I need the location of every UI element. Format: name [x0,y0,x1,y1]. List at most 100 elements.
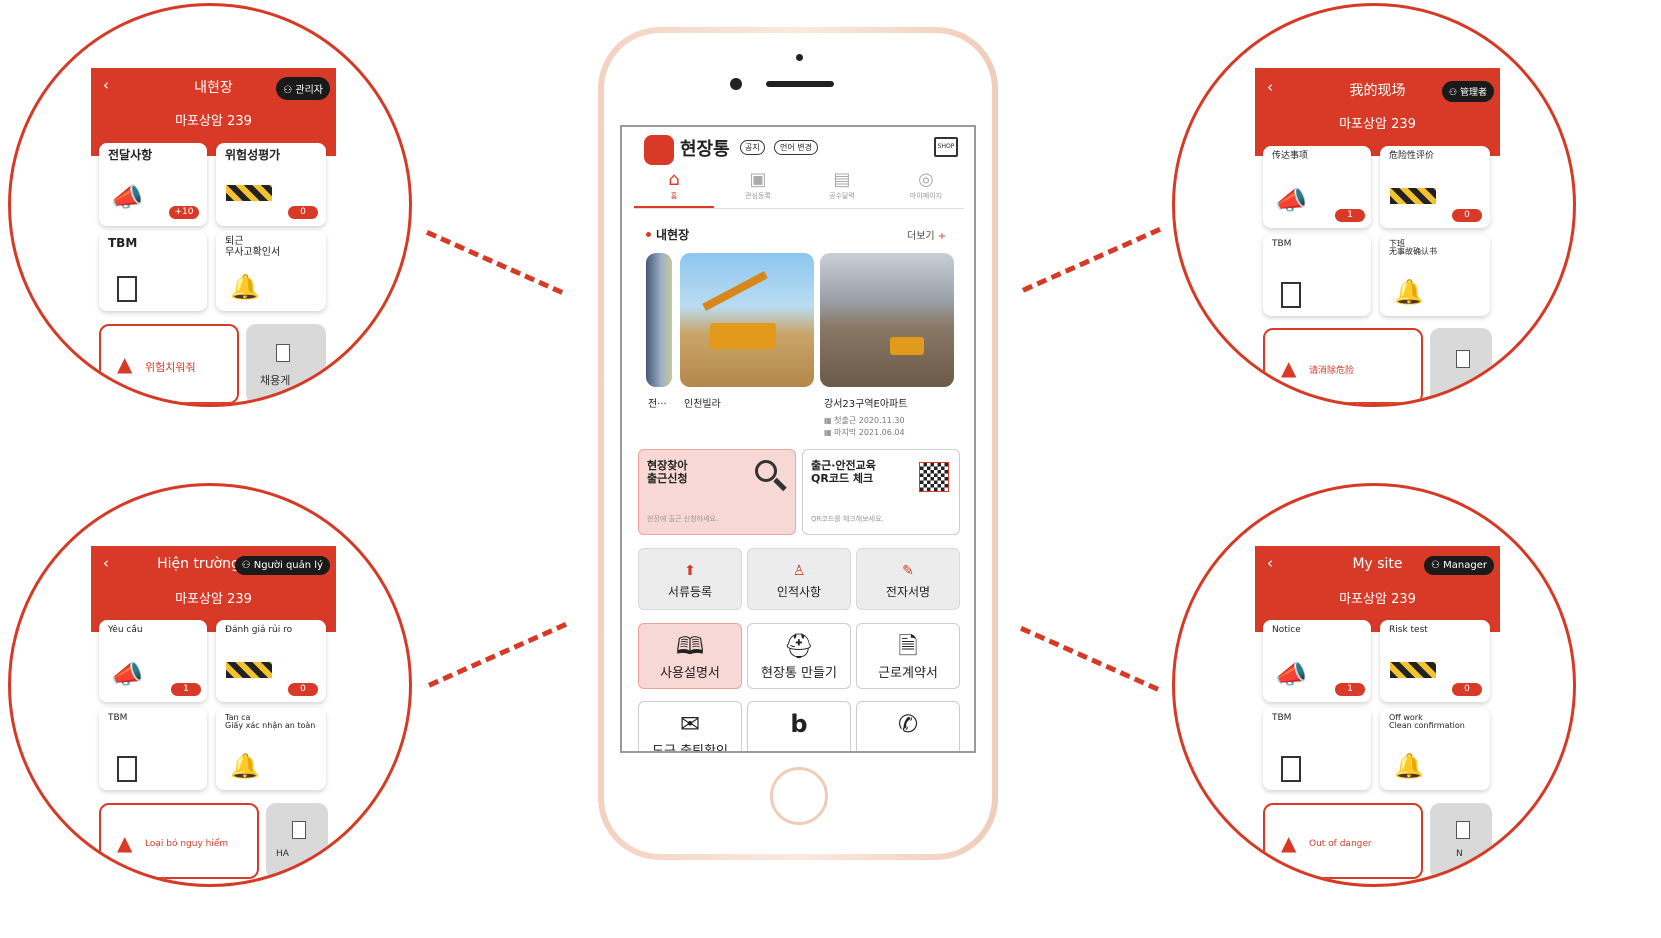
recruit-button[interactable]: HA [266,803,328,879]
button-label: 현장통 만들기 [761,666,837,681]
card-label: 下班 无事故确认书 [1389,239,1437,257]
shop-icon[interactable]: SHOP [934,137,958,157]
barrier-icon [1390,662,1436,678]
offwork-card[interactable]: 下班 无事故确认书 🔔 [1380,234,1490,316]
offwork-card[interactable]: Tan ca Giấy xác nhận an toàn 🔔 [216,708,326,790]
card-label: 危险性评价 [1389,151,1435,161]
notice-card[interactable]: Notice 📣 1 [1263,620,1371,702]
tbm-card[interactable]: TBM [1263,708,1371,790]
offwork-card[interactable]: Off work Clean confirmation 🔔 [1380,708,1490,790]
qr-check-title: 출근·안전교육 QR코드 체크 [811,459,876,485]
clipboard-icon [1281,282,1301,308]
count-badge: 1 [1335,683,1365,696]
first-day-row: ▦ 첫출근 2020.11.30 [824,416,905,425]
danger-label: 请消除危险 [1309,366,1355,376]
tab-label: 관심등록 [745,192,771,200]
risk-card[interactable]: 위험성평가 0 [216,143,326,226]
card-label: 위험성평가 [225,148,281,162]
recruit-button[interactable]: N [1430,803,1492,879]
button-label: 인적사항 [776,585,822,599]
button-label: 도근 출퇴확인 [652,744,728,753]
count-badge: 0 [288,683,318,696]
card-label: Off work Clean confirmation [1389,713,1465,731]
tbm-card[interactable]: TBM [1263,234,1371,316]
card-label: TBM [1272,239,1292,249]
manual-button[interactable]: 🕮 사용설명서 [638,623,742,689]
document-icon [292,821,306,839]
risk-card[interactable]: 危险性评价 0 [1380,146,1490,228]
megaphone-icon: 📣 [1275,660,1308,690]
bell-icon: 🔔 [230,273,260,301]
site-name: 인천빌라 [684,399,721,410]
card-label: 전달사항 [108,148,153,162]
notice-card[interactable]: 전달사항 📣 +10 [99,143,207,226]
plus-icon: + [937,231,947,242]
button-label: 서류등록 [667,585,713,599]
first-day-date: 2020.11.30 [858,416,905,425]
tab-calendar[interactable]: ▤ 공수달력 [800,169,884,201]
tab-mypage[interactable]: ◎ 마이페이지 [884,169,968,201]
warning-icon: ▲ [117,352,133,376]
tab-label: 홈 [670,192,678,200]
language-chip[interactable]: 언어 변경 [774,140,818,155]
danger-button[interactable]: ▲ 请消除危险 [1263,328,1423,404]
site-photo-incheon[interactable] [680,253,814,387]
recruit-button[interactable] [1430,328,1492,404]
shop-label: SHOP [937,143,955,150]
risk-card[interactable]: Đánh giá rủi ro 0 [216,620,326,702]
admin-button[interactable]: ⚇ Người quản lý [234,556,330,575]
connector-line [425,230,564,295]
call-button[interactable]: ✆ [856,701,960,751]
danger-button[interactable]: ▲ Loại bỏ nguy hiểm [99,803,259,879]
blog-button[interactable]: b [747,701,851,751]
e-signature-button[interactable]: ✎ 전자서명 [856,548,960,610]
section-title: 내현장 [656,228,690,242]
danger-label: 위험치워줘 [145,361,196,374]
offwork-card[interactable]: 퇴근 무사고확인서 🔔 [216,231,326,311]
contract-icon: 🗎 [898,632,918,660]
find-site-title: 현장찾아 출근신청 [647,459,688,485]
qr-check-button[interactable]: 출근·안전교육 QR코드 체크 QR코드를 체크해보세요. [802,449,960,535]
notice-card[interactable]: Yêu cầu 📣 1 [99,620,207,702]
preview-site-name: 마포상암 239 [1339,117,1416,132]
danger-label: Loại bỏ nguy hiểm [145,839,229,849]
tab-interests[interactable]: ▣ 관심등록 [716,169,800,201]
card-label: TBM [108,713,128,723]
document-register-button[interactable]: ⬆ 서류등록 [638,548,742,610]
admin-label: Người quản lý [253,560,323,571]
create-site-button[interactable]: ⛑ 현장통 만들기 [747,623,851,689]
admin-button[interactable]: ⚇ 管理者 [1442,81,1494,102]
more-link[interactable]: 더보기 + [907,227,946,242]
tab-divider [634,208,964,209]
tbm-card[interactable]: TBM [99,231,207,311]
site-photo-partial[interactable] [646,253,672,387]
bell-icon: 🔔 [1394,278,1424,306]
tab-home[interactable]: ⌂ 홈 [632,169,716,201]
danger-button[interactable]: ▲ 위험치워줘 [99,324,239,404]
home-button[interactable] [770,767,828,825]
admin-button[interactable]: ⚇ Manager [1424,556,1494,575]
excavator-arm [702,271,768,311]
mail-button[interactable]: ✉ 도근 출퇴확인 [638,701,742,753]
site-photo-gangseo[interactable] [820,253,954,387]
admin-button[interactable]: ⚇ 관리자 [276,77,330,100]
labor-contract-button[interactable]: 🗎 근로계약서 [856,623,960,689]
card-label: Notice [1272,625,1301,635]
danger-button[interactable]: ▲ Out of danger [1263,803,1423,879]
card-label: Yêu cầu [108,625,143,635]
clipboard-icon [117,756,137,782]
risk-card[interactable]: Risk test 0 [1380,620,1490,702]
preview-site-name: 마포상암 239 [175,592,252,607]
tbm-card[interactable]: TBM [99,708,207,790]
notice-card[interactable]: 传达事项 📣 1 [1263,146,1371,228]
last-day-label: 마지막 [834,428,857,437]
find-site-button[interactable]: 현장찾아 출근신청 현장에 출근 신청하세요. [638,449,796,535]
tab-label: 마이페이지 [909,192,943,200]
personal-info-button[interactable]: ♙ 인적사항 [747,548,851,610]
recruit-label: 채용게 [260,374,291,387]
card-label: Risk test [1389,625,1428,635]
app-screen: 현장통 공지 언어 변경 SHOP ⌂ 홈 ▣ 관심등록 ▤ 공수달력 ◎ 마이페이지 … [620,125,976,753]
count-badge: +10 [169,206,199,219]
notice-chip[interactable]: 공지 [740,140,765,155]
recruit-button[interactable]: 채용게 [246,324,326,404]
